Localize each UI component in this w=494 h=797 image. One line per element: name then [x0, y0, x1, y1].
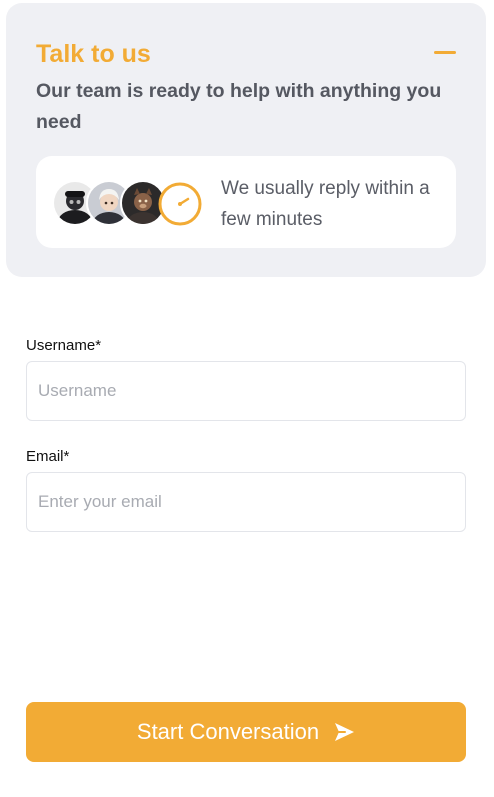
chat-widget: Talk to us Our team is ready to help wit… — [0, 0, 494, 797]
start-conversation-button[interactable]: Start Conversation — [26, 702, 466, 762]
send-icon — [333, 721, 355, 743]
widget-title: Talk to us — [36, 40, 151, 68]
team-avatars — [52, 180, 202, 228]
clock-icon — [158, 182, 202, 226]
header-card: Talk to us Our team is ready to help wit… — [6, 3, 486, 277]
reply-time-text: We usually reply within a few minutes — [221, 178, 430, 230]
start-conversation-label: Start Conversation — [136, 719, 320, 744]
username-input[interactable] — [26, 361, 466, 421]
email-input[interactable] — [26, 472, 466, 532]
username-label: Username* — [26, 337, 102, 354]
minus-icon — [434, 51, 456, 54]
email-label: Email* — [26, 448, 70, 465]
minimize-button[interactable] — [428, 37, 462, 67]
reply-time-box: We usually reply within a few minutes — [36, 156, 456, 248]
widget-subtitle: Our team is ready to help with anything … — [36, 80, 442, 133]
